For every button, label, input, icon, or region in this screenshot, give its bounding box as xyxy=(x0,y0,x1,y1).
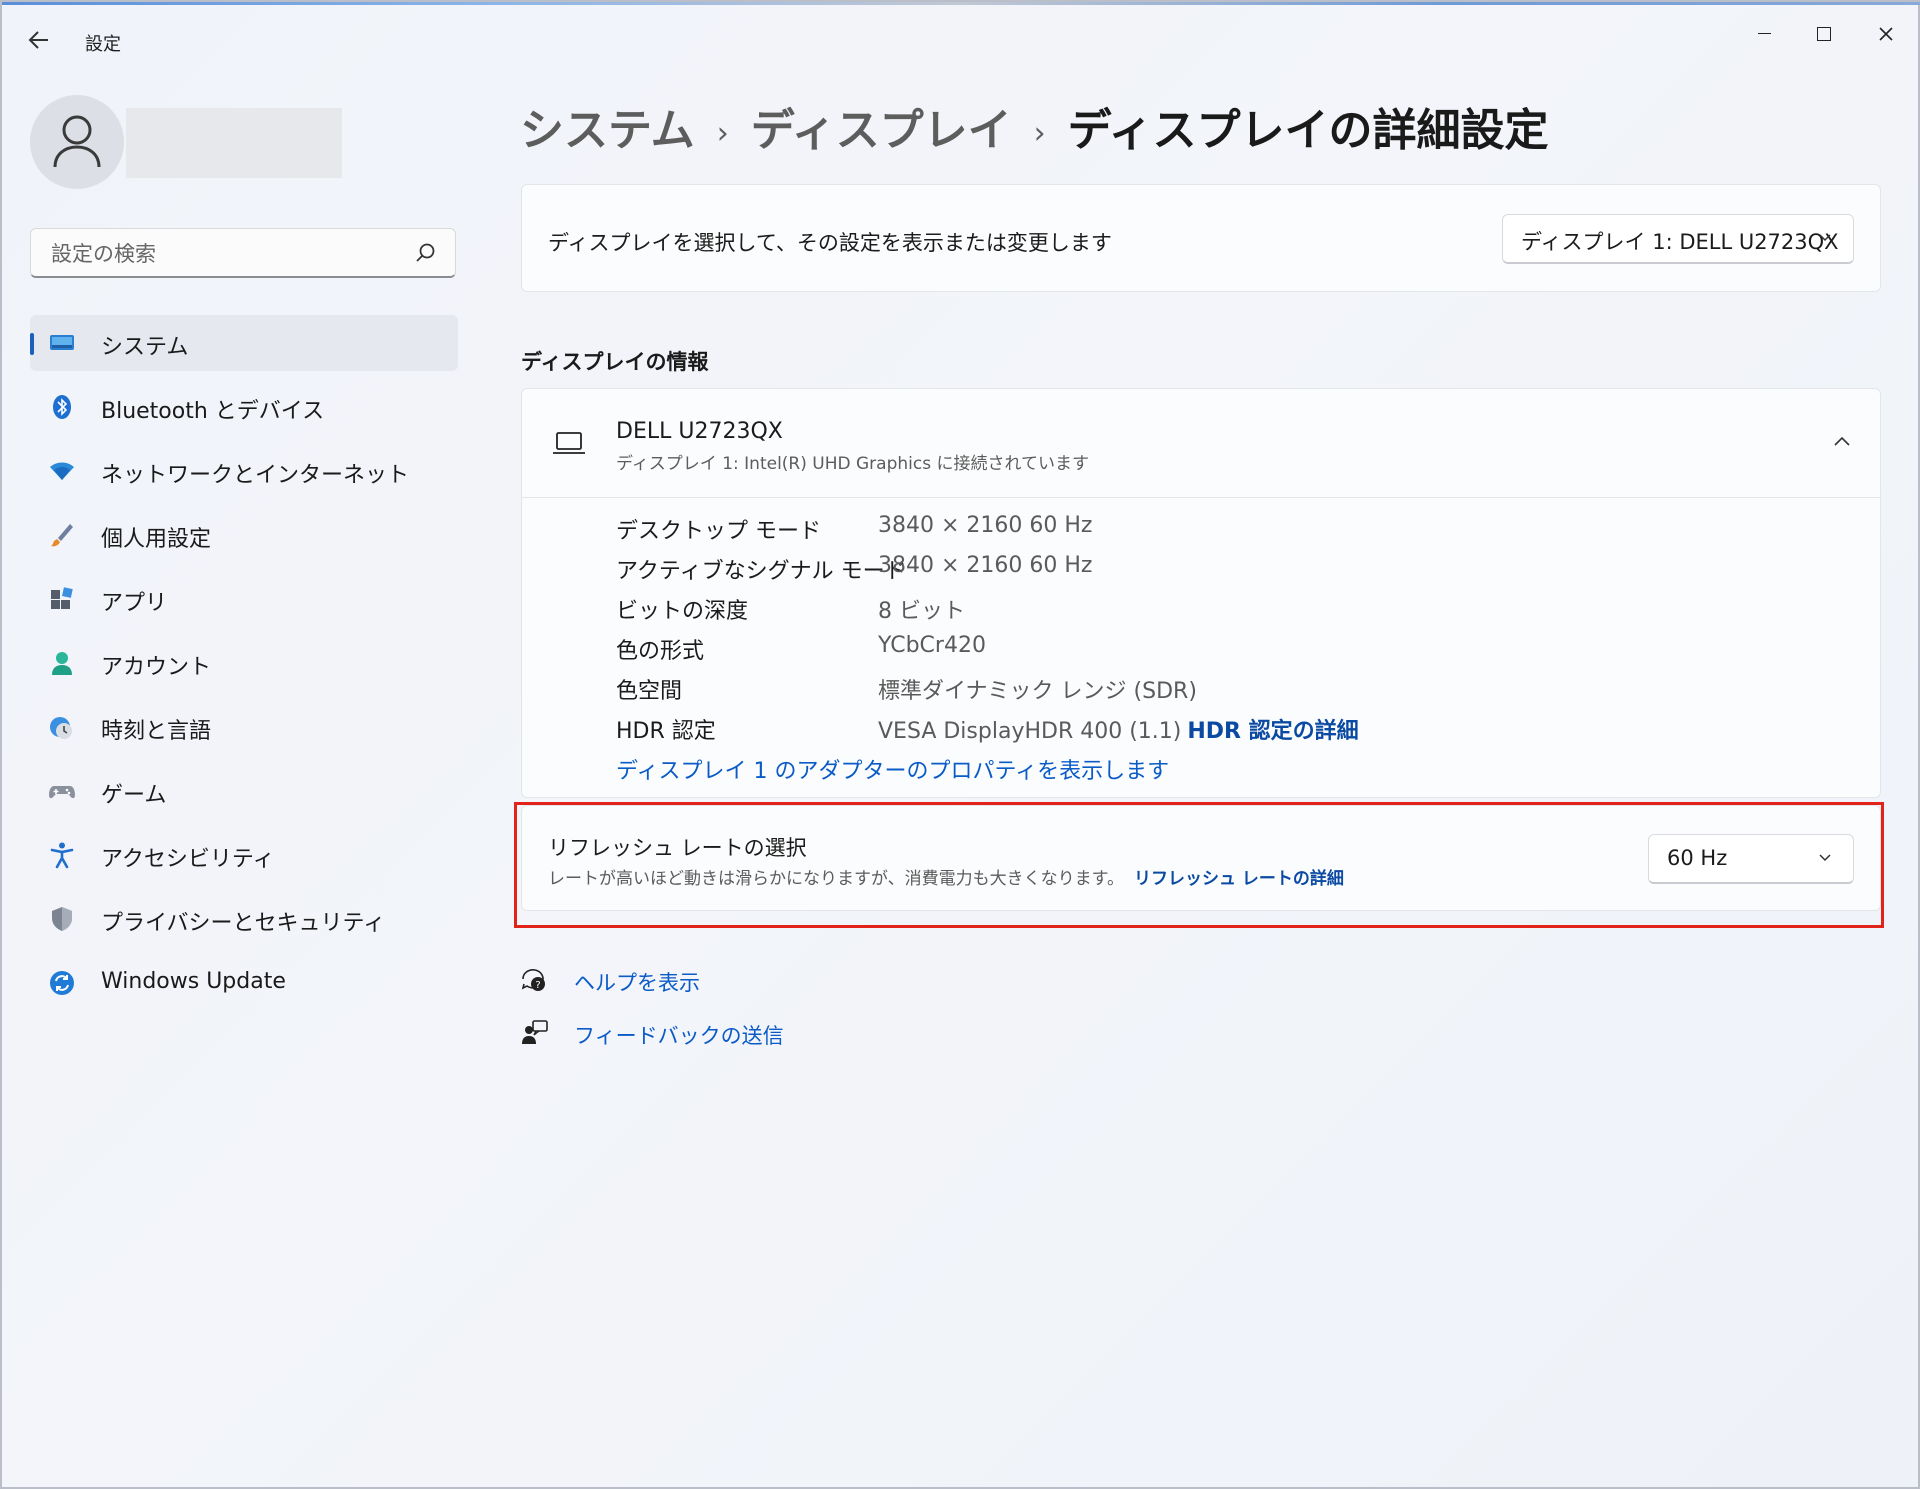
search-input[interactable] xyxy=(49,239,413,269)
info-value: 8 ビット xyxy=(878,599,965,624)
sidebar-item-accounts[interactable]: アカウント xyxy=(30,635,458,691)
info-key: 色空間 xyxy=(616,679,683,704)
sidebar-item-gaming[interactable]: ゲーム xyxy=(30,763,458,819)
refresh-rate-card: リフレッシュ レートの選択 レートが高いほど動きは滑らかになりますが、消費電力も… xyxy=(521,805,1881,911)
sidebar-item-label: ゲーム xyxy=(101,783,167,808)
sidebar-item-label: アクセシビリティ xyxy=(101,847,275,872)
display-info-card: DELL U2723QX ディスプレイ 1: Intel(R) UHD Grap… xyxy=(521,388,1881,798)
info-value: 標準ダイナミック レンジ (SDR) xyxy=(878,679,1197,704)
info-key: デスクトップ モード xyxy=(616,519,821,544)
page-title: ディスプレイの詳細設定 xyxy=(1067,105,1549,156)
svg-text:?: ? xyxy=(535,980,540,991)
sidebar-item-accessibility[interactable]: アクセシビリティ xyxy=(30,827,458,883)
info-value: VESA DisplayHDR 400 (1.1) xyxy=(878,719,1182,744)
refresh-rate-details-link[interactable]: リフレッシュ レートの詳細 xyxy=(1134,869,1344,889)
breadcrumb-display[interactable]: ディスプレイ xyxy=(751,105,1012,156)
chevron-right-icon: › xyxy=(716,115,729,151)
close-button[interactable] xyxy=(1856,12,1916,52)
avatar[interactable] xyxy=(30,95,124,189)
sidebar-item-system[interactable]: システム xyxy=(30,315,458,371)
bluetooth-icon xyxy=(53,395,71,419)
sidebar-item-label: プライバシーとセキュリティ xyxy=(101,911,386,936)
sidebar-item-personalization[interactable]: 個人用設定 xyxy=(30,507,458,563)
sidebar-item-windows-update[interactable]: Windows Update xyxy=(30,955,458,1011)
info-key: アクティブなシグナル モード xyxy=(616,559,907,584)
breadcrumb: システム › ディスプレイ › ディスプレイの詳細設定 xyxy=(520,94,1549,158)
adapter-properties-link[interactable]: ディスプレイ 1 のアダプターのプロパティを表示します xyxy=(616,753,1169,785)
chevron-down-icon xyxy=(1819,234,1831,242)
sidebar-item-apps[interactable]: アプリ xyxy=(30,571,458,627)
sidebar-item-label: アカウント xyxy=(101,655,212,680)
hdr-details-link[interactable]: HDR 認定の詳細 xyxy=(1187,719,1358,744)
maximize-button[interactable] xyxy=(1794,12,1854,52)
settings-search[interactable] xyxy=(30,228,456,278)
sidebar-item-label: システム xyxy=(101,335,189,360)
chevron-right-icon: › xyxy=(1033,115,1046,151)
sidebar-item-privacy[interactable]: プライバシーとセキュリティ xyxy=(30,891,458,947)
sidebar-item-label: Bluetooth とデバイス xyxy=(101,399,325,424)
refresh-rate-dropdown[interactable]: 60 Hz xyxy=(1648,834,1854,884)
app-title: 設定 xyxy=(85,34,121,55)
user-name-redacted xyxy=(126,108,342,178)
brush-icon xyxy=(51,524,73,547)
display-connection: ディスプレイ 1: Intel(R) UHD Graphics に接続されていま… xyxy=(616,454,1089,474)
minimize-icon xyxy=(1757,32,1771,35)
chevron-down-icon xyxy=(1819,854,1831,862)
shield-icon xyxy=(52,907,72,931)
sidebar-item-label: 時刻と言語 xyxy=(101,719,212,744)
gamepad-icon xyxy=(49,786,75,799)
windows-update-icon xyxy=(50,971,74,995)
help-icon: ? xyxy=(521,969,545,991)
info-key: HDR 認定 xyxy=(616,719,716,744)
feedback-label: フィードバックの送信 xyxy=(574,1024,784,1048)
maximize-icon xyxy=(1817,26,1831,41)
active-indicator xyxy=(30,333,34,355)
select-display-card: ディスプレイを選択して、その設定を表示または変更します ディスプレイ 1: DE… xyxy=(521,184,1881,292)
back-arrow-icon[interactable] xyxy=(28,30,58,54)
info-value: 3840 × 2160 60 Hz xyxy=(878,513,1093,538)
sidebar-item-bluetooth[interactable]: Bluetooth とデバイス xyxy=(30,379,458,435)
minimize-button[interactable] xyxy=(1734,12,1794,52)
sidebar-item-label: 個人用設定 xyxy=(101,527,212,552)
sidebar-nav: システム Bluetooth とデバイス ネットワークとインターネット 個人用設… xyxy=(30,315,458,1019)
help-label: ヘルプを表示 xyxy=(574,971,700,995)
select-display-text: ディスプレイを選択して、その設定を表示または変更します xyxy=(548,231,1112,255)
info-value-with-link: VESA DisplayHDR 400 (1.1) HDR 認定の詳細 xyxy=(878,713,1359,745)
laptop-icon xyxy=(553,432,585,454)
sidebar-item-time-language[interactable]: 時刻と言語 xyxy=(30,699,458,755)
wifi-icon xyxy=(50,462,74,480)
info-value: YCbCr420 xyxy=(878,633,986,658)
display-name: DELL U2723QX xyxy=(616,419,783,444)
breadcrumb-system[interactable]: システム xyxy=(520,105,695,156)
refresh-rate-description: レートが高いほど動きは滑らかになりますが、消費電力も大きくなります。 リフレッシュ… xyxy=(548,864,1344,889)
info-key: 色の形式 xyxy=(616,639,705,664)
sidebar-item-label: Windows Update xyxy=(101,969,286,994)
time-language-icon xyxy=(50,717,72,739)
refresh-rate-value: 60 Hz xyxy=(1667,846,1728,870)
title-bar: 設定 xyxy=(2,2,1918,82)
refresh-rate-desc-text: レートが高いほど動きは滑らかになりますが、消費電力も大きくなります。 xyxy=(548,869,1124,889)
account-icon xyxy=(52,652,72,675)
user-icon xyxy=(53,115,101,168)
display-info-heading: ディスプレイの情報 xyxy=(521,350,709,374)
info-value: 3840 × 2160 60 Hz xyxy=(878,553,1093,578)
info-key: ビットの深度 xyxy=(616,599,749,624)
display-info-header[interactable]: DELL U2723QX ディスプレイ 1: Intel(R) UHD Grap… xyxy=(522,389,1880,498)
apps-icon xyxy=(51,587,73,609)
display-select-value: ディスプレイ 1: DELL U2723QX xyxy=(1521,230,1839,254)
sidebar-item-label: ネットワークとインターネット xyxy=(101,463,410,488)
close-icon xyxy=(1879,26,1893,41)
search-icon[interactable] xyxy=(413,241,437,265)
sidebar-item-network[interactable]: ネットワークとインターネット xyxy=(30,443,458,499)
display-select-dropdown[interactable]: ディスプレイ 1: DELL U2723QX xyxy=(1502,214,1854,264)
accessibility-icon xyxy=(50,842,74,869)
chevron-up-icon[interactable] xyxy=(1832,433,1852,449)
system-icon xyxy=(50,335,74,350)
feedback-icon xyxy=(522,1020,548,1044)
sidebar-item-label: アプリ xyxy=(101,591,168,616)
refresh-rate-title: リフレッシュ レートの選択 xyxy=(548,836,807,860)
settings-window: 設定 システム xyxy=(0,0,1920,1489)
